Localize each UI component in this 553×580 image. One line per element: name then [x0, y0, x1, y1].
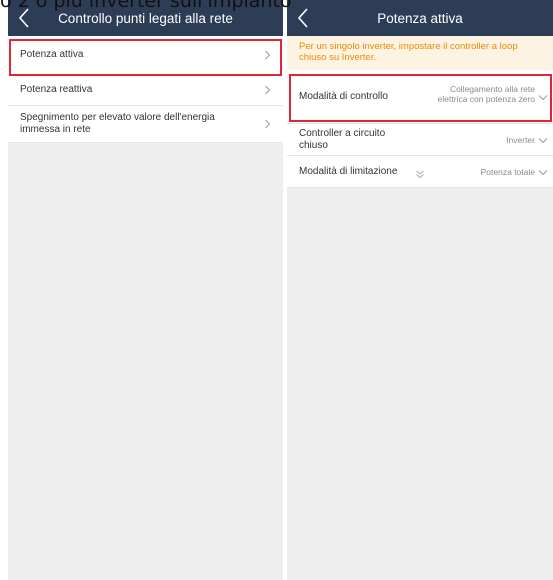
setting-modalita-di-controllo[interactable]: Modalità di controllo Collegamento alla … [287, 70, 553, 124]
setting-label: Modalità di limitazione [299, 165, 398, 177]
chevron-down-icon [538, 169, 548, 175]
setting-label: Controller a circuito chiuso [299, 127, 386, 151]
left-screen: Controllo punti legati alla rete Potenza… [8, 0, 283, 580]
menu-item-label: Spegnimento per elevato valore dell'ener… [20, 112, 215, 135]
menu-item-label: Potenza reattiva [20, 84, 93, 95]
setting-controller-circuito-chiuso[interactable]: Controller a circuito chiuso Inverter [287, 124, 553, 156]
chevron-right-icon [265, 85, 271, 95]
page-title: Potenza attiva [377, 10, 463, 26]
caption-text: o 2 o più inverter sull'impianto [0, 0, 292, 12]
chevron-right-icon [265, 50, 271, 60]
setting-label: Modalità di controllo [299, 90, 388, 102]
chevron-right-icon [265, 119, 271, 129]
page-title: Controllo punti legati alla rete [58, 10, 233, 26]
right-screen: Potenza attiva Per un singolo inverter, … [287, 0, 553, 580]
menu-item-label: Potenza attiva [20, 49, 84, 60]
menu-item-spegnimento-energia-immessa[interactable]: Spegnimento per elevato valore dell'ener… [8, 106, 283, 143]
menu-list: Potenza attiva Potenza reattiva Spegnime… [8, 36, 283, 143]
menu-item-potenza-attiva[interactable]: Potenza attiva [8, 36, 283, 75]
setting-value: Inverter [506, 135, 535, 145]
chevron-down-icon [538, 137, 548, 143]
page: Controllo punti legati alla rete Potenza… [0, 0, 553, 580]
setting-value: Potenza totale [480, 167, 535, 177]
menu-item-potenza-reattiva[interactable]: Potenza reattiva [8, 75, 283, 106]
notice-banner: Per un singolo inverter, impostare il co… [287, 36, 553, 70]
chevron-down-icon [538, 94, 548, 100]
setting-value: Collegamento alla rete elettrica con pot… [437, 84, 535, 104]
double-chevron-down-icon[interactable] [396, 168, 444, 182]
